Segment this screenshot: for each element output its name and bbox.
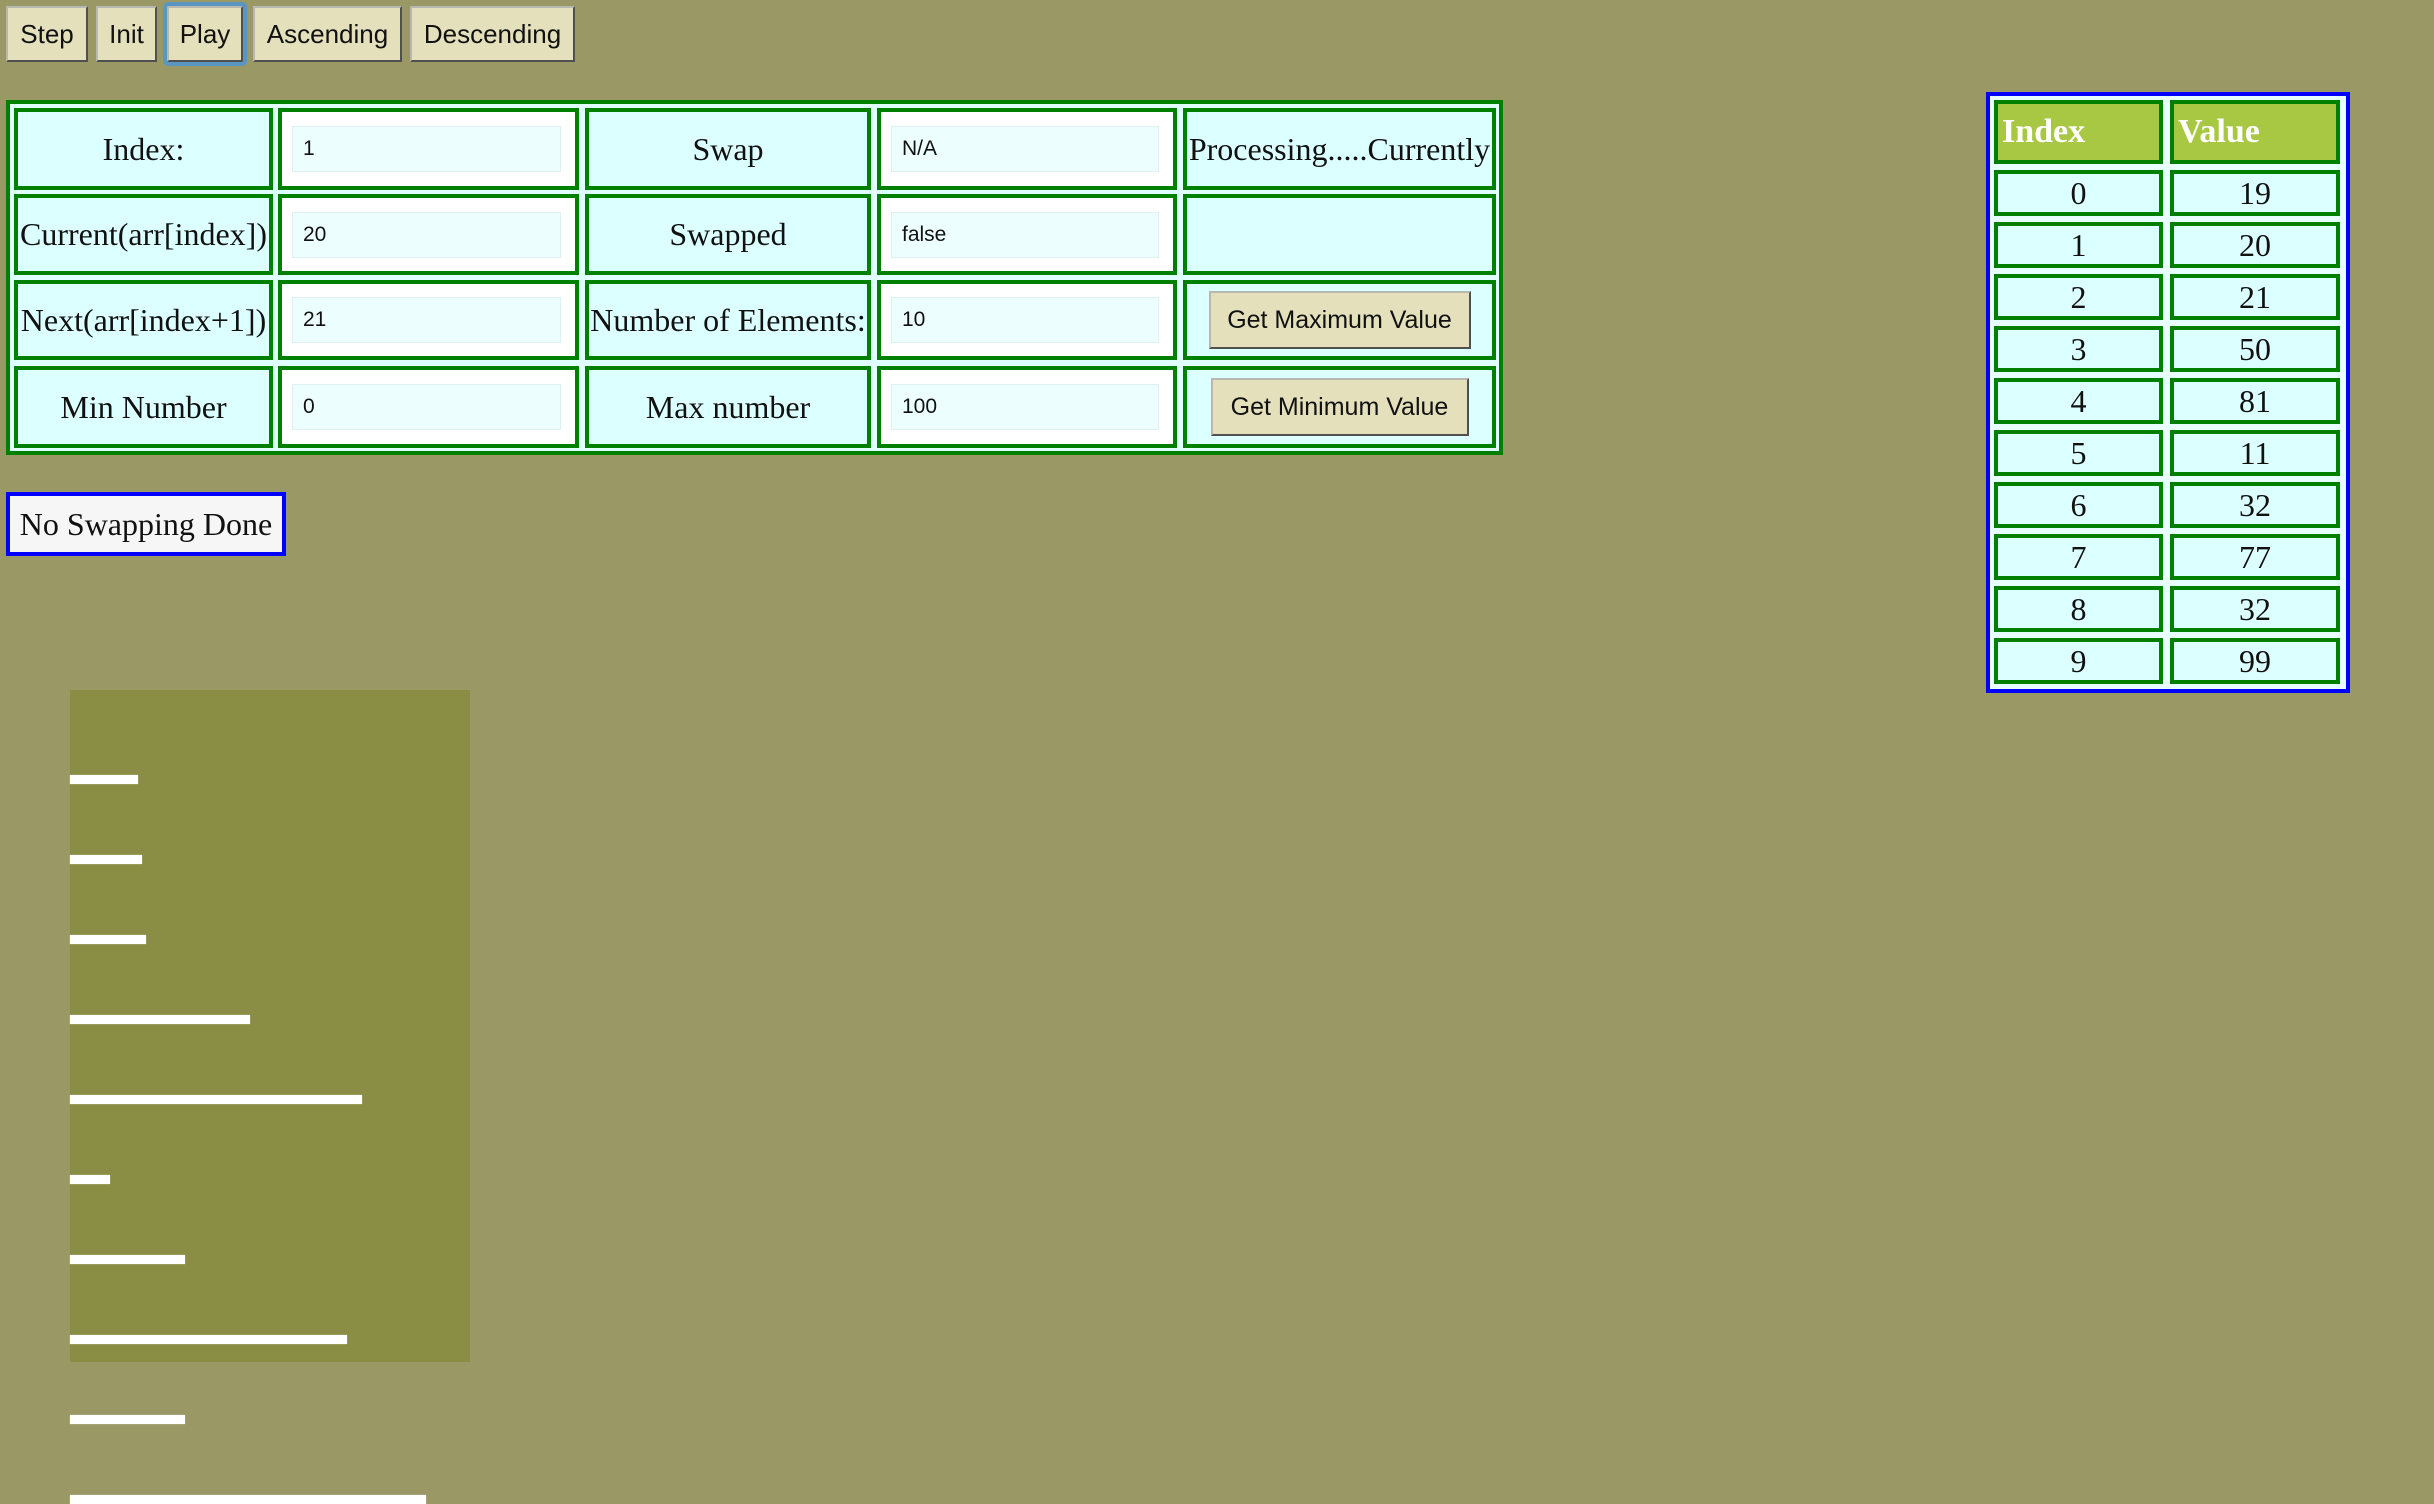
current-field-cell: 20 bbox=[278, 194, 579, 275]
num-elements-input[interactable]: 10 bbox=[891, 297, 1159, 343]
swap-status-message: No Swapping Done bbox=[6, 492, 286, 556]
ascending-button[interactable]: Ascending bbox=[253, 6, 402, 62]
swapped-label: Swapped bbox=[585, 194, 871, 275]
init-button[interactable]: Init bbox=[96, 6, 157, 62]
bar-3 bbox=[70, 1015, 250, 1024]
play-button[interactable]: Play bbox=[167, 6, 243, 62]
index-field-cell: 1 bbox=[278, 108, 579, 190]
bar-4 bbox=[70, 1095, 362, 1104]
bar-0 bbox=[70, 775, 138, 784]
array-index-cell: 4 bbox=[1994, 378, 2163, 424]
array-value-cell: 19 bbox=[2170, 170, 2340, 216]
get-max-cell: Get Maximum Value bbox=[1183, 280, 1496, 360]
next-label: Next(arr[index+1]) bbox=[14, 280, 273, 360]
array-value-cell: 32 bbox=[2170, 586, 2340, 632]
bar-8 bbox=[70, 1415, 185, 1424]
descending-button[interactable]: Descending bbox=[410, 6, 575, 62]
next-field-cell: 21 bbox=[278, 280, 579, 360]
array-header-value: Value bbox=[2170, 100, 2340, 164]
min-number-field-cell: 0 bbox=[278, 366, 579, 448]
array-value-cell: 77 bbox=[2170, 534, 2340, 580]
array-header-index: Index bbox=[1994, 100, 2163, 164]
max-number-input[interactable]: 100 bbox=[891, 384, 1159, 430]
bar-2 bbox=[70, 935, 146, 944]
bar-7 bbox=[70, 1335, 347, 1344]
array-value-cell: 20 bbox=[2170, 222, 2340, 268]
num-elements-label: Number of Elements: bbox=[585, 280, 871, 360]
empty-cell bbox=[1183, 194, 1496, 275]
get-minimum-value-button[interactable]: Get Minimum Value bbox=[1210, 378, 1469, 436]
array-value-cell: 32 bbox=[2170, 482, 2340, 528]
swap-input[interactable]: N/A bbox=[891, 126, 1159, 172]
array-index-cell: 3 bbox=[1994, 326, 2163, 372]
current-label: Current(arr[index]) bbox=[14, 194, 273, 275]
index-input[interactable]: 1 bbox=[292, 126, 561, 172]
array-index-cell: 9 bbox=[1994, 638, 2163, 684]
array-value-cell: 99 bbox=[2170, 638, 2340, 684]
array-index-cell: 0 bbox=[1994, 170, 2163, 216]
index-label: Index: bbox=[14, 108, 273, 190]
array-index-cell: 1 bbox=[1994, 222, 2163, 268]
bar-visualization bbox=[70, 690, 470, 1504]
array-value-cell: 11 bbox=[2170, 430, 2340, 476]
array-value-cell: 50 bbox=[2170, 326, 2340, 372]
processing-label: Processing.....Currently bbox=[1183, 108, 1496, 190]
current-input[interactable]: 20 bbox=[292, 211, 561, 258]
array-value-cell: 81 bbox=[2170, 378, 2340, 424]
step-button[interactable]: Step bbox=[6, 6, 88, 62]
get-min-cell: Get Minimum Value bbox=[1183, 366, 1496, 448]
swap-field-cell: N/A bbox=[877, 108, 1177, 190]
swapped-input[interactable]: false bbox=[891, 211, 1159, 258]
bar-1 bbox=[70, 855, 142, 864]
min-number-label: Min Number bbox=[14, 366, 273, 448]
max-number-label: Max number bbox=[585, 366, 871, 448]
bar-9 bbox=[70, 1495, 426, 1504]
swap-label: Swap bbox=[585, 108, 871, 190]
bar-6 bbox=[70, 1255, 185, 1264]
min-number-input[interactable]: 0 bbox=[292, 384, 561, 430]
array-index-cell: 2 bbox=[1994, 274, 2163, 320]
bar-5 bbox=[70, 1175, 110, 1184]
next-input[interactable]: 21 bbox=[292, 297, 561, 343]
array-index-cell: 6 bbox=[1994, 482, 2163, 528]
get-maximum-value-button[interactable]: Get Maximum Value bbox=[1208, 291, 1471, 349]
max-number-field-cell: 100 bbox=[877, 366, 1177, 448]
array-index-cell: 8 bbox=[1994, 586, 2163, 632]
swapped-field-cell: false bbox=[877, 194, 1177, 275]
array-index-cell: 7 bbox=[1994, 534, 2163, 580]
num-elements-field-cell: 10 bbox=[877, 280, 1177, 360]
array-index-cell: 5 bbox=[1994, 430, 2163, 476]
array-value-cell: 21 bbox=[2170, 274, 2340, 320]
